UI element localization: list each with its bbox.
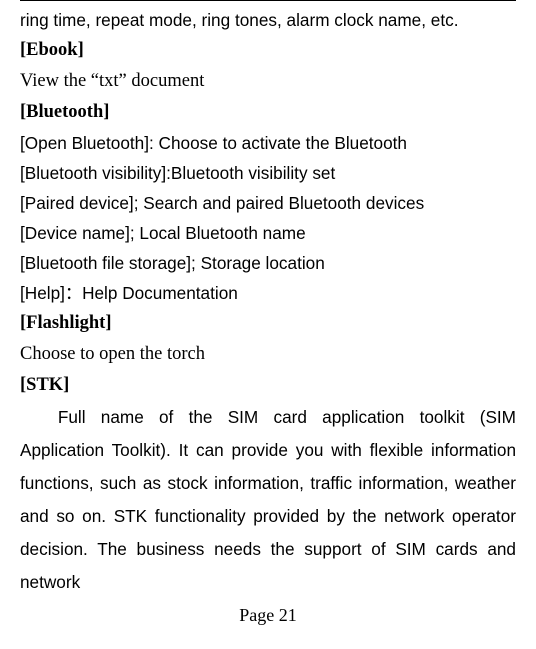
bluetooth-item: [Open Bluetooth]: Choose to activate the… [20,128,516,158]
ebook-description: View the “txt” document [20,66,516,97]
bluetooth-item: [Bluetooth visibility]:Bluetooth visibil… [20,158,516,188]
top-divider [20,0,516,1]
heading-bluetooth: [Bluetooth] [20,97,516,128]
bluetooth-item: [Help]：Help Documentation [20,278,516,308]
document-page: ring time, repeat mode, ring tones, alar… [0,0,536,644]
heading-flashlight: [Flashlight] [20,308,516,339]
top-fragment-text: ring time, repeat mode, ring tones, alar… [20,5,516,35]
heading-stk: [STK] [20,370,516,401]
stk-paragraph: Full name of the SIM card application to… [20,401,516,599]
page-number: Page 21 [20,605,516,626]
bluetooth-item: [Bluetooth file storage]; Storage locati… [20,248,516,278]
bluetooth-item: [Paired device]; Search and paired Bluet… [20,188,516,218]
bluetooth-item: [Device name]; Local Bluetooth name [20,218,516,248]
heading-ebook: [Ebook] [20,35,516,66]
flashlight-description: Choose to open the torch [20,339,516,370]
